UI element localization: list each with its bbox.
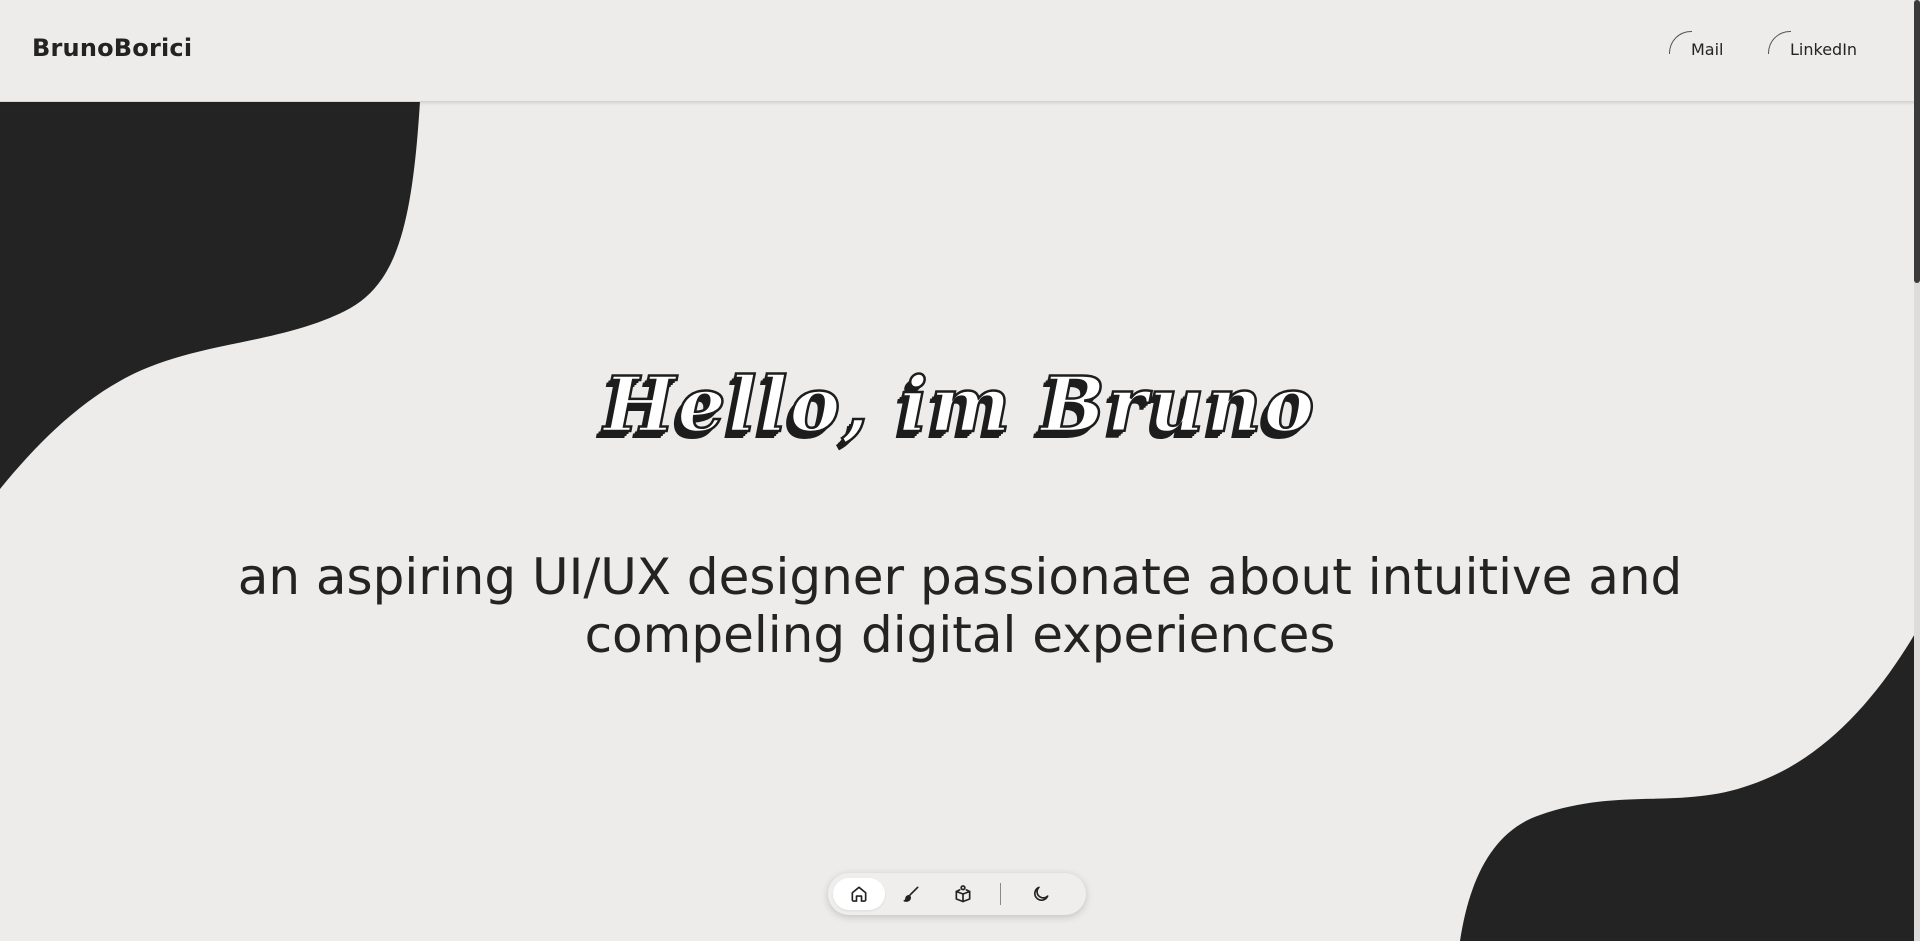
link-arc-decoration (1768, 31, 1791, 54)
moon-icon (1034, 886, 1049, 901)
hero-subtitle-line-1: an aspiring UI/UX designer passionate ab… (237, 548, 1683, 606)
dock-theme-toggle[interactable] (1015, 878, 1067, 910)
home-icon (851, 886, 867, 902)
nav-link-linkedin-label: LinkedIn (1790, 40, 1858, 59)
nav-link-mail-label: Mail (1691, 40, 1724, 59)
hero-subtitle-line-2: compeling digital experiences (584, 606, 1336, 664)
decorative-blob-bottom-right (1460, 625, 1920, 941)
link-arc-decoration (1669, 31, 1692, 54)
brand-logo[interactable]: BrunoBorici (32, 34, 192, 62)
page-scrollbar[interactable] (1914, 0, 1920, 941)
brush-icon (903, 886, 919, 902)
portfolio-icon (955, 885, 971, 903)
dock-design-button[interactable] (885, 878, 937, 910)
dock-home-button[interactable] (833, 878, 885, 910)
dock-portfolio-button[interactable] (937, 878, 989, 910)
bottom-dock-nav (828, 873, 1086, 915)
scrollbar-thumb[interactable] (1914, 0, 1920, 283)
nav-link-linkedin[interactable]: LinkedIn (1768, 31, 1858, 59)
hero-subtitle: an aspiring UI/UX designer passionate ab… (0, 548, 1920, 664)
dock-divider (1000, 883, 1001, 905)
site-header: BrunoBorici Mail LinkedIn (0, 0, 1920, 102)
hero-title: Hello, im Bruno (602, 359, 1317, 451)
nav-link-mail[interactable]: Mail (1669, 31, 1724, 59)
page: BrunoBorici Mail LinkedIn Hello, im Brun… (0, 0, 1920, 941)
